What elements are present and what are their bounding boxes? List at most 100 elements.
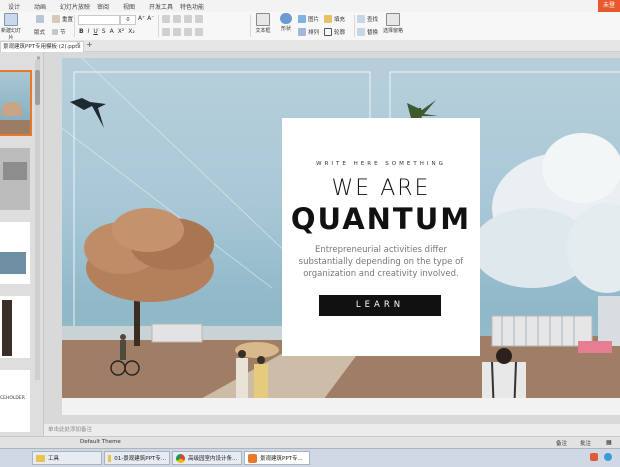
building-left bbox=[151, 323, 203, 343]
bullets-icon bbox=[162, 15, 170, 23]
align-center-icon bbox=[173, 28, 181, 36]
textbox-button[interactable]: 文本框 bbox=[252, 13, 274, 34]
thumbnail-figure bbox=[2, 300, 12, 356]
slide-thumbnail-1[interactable] bbox=[0, 70, 32, 136]
network-icon[interactable] bbox=[604, 453, 612, 461]
view-icon[interactable]: ▦ bbox=[606, 439, 612, 446]
font-grow-button[interactable]: A⁺ A⁻ bbox=[138, 15, 154, 22]
login-badge[interactable]: 未登 bbox=[598, 0, 620, 12]
find-icon bbox=[357, 15, 365, 23]
divider bbox=[354, 15, 355, 37]
tab-developer[interactable]: 开发工具 bbox=[149, 2, 173, 11]
tab-slideshow[interactable]: 幻灯片放映 bbox=[60, 2, 90, 11]
textbox-icon bbox=[256, 13, 270, 26]
slide-thumbnail-3[interactable] bbox=[0, 222, 30, 284]
folder-icon bbox=[108, 454, 112, 462]
section-menu[interactable]: 节 bbox=[52, 28, 66, 36]
new-slide-button[interactable]: 新建幻灯片 bbox=[0, 13, 22, 41]
shape-button[interactable]: 形状 bbox=[275, 13, 297, 32]
align-right-icon bbox=[184, 28, 192, 36]
superscript-button[interactable]: X² bbox=[118, 28, 125, 35]
tab-special[interactable]: 特色功能 bbox=[180, 2, 204, 11]
slide-thumbnail-2[interactable] bbox=[0, 148, 30, 210]
font-family-select[interactable] bbox=[78, 15, 120, 25]
line-spacing-icon bbox=[195, 15, 203, 23]
tab-view[interactable]: 视图 bbox=[123, 2, 135, 11]
font-color-button[interactable]: A bbox=[110, 28, 114, 35]
subscript-button[interactable]: X₂ bbox=[128, 28, 135, 35]
slide-bottom-strip bbox=[62, 398, 620, 415]
tagline-text: WRITE HERE SOMETHING bbox=[316, 161, 446, 167]
title-card: WRITE HERE SOMETHING WE ARE QUANTUM Entr… bbox=[282, 118, 480, 356]
strike-button[interactable]: S bbox=[102, 28, 106, 35]
tab-review[interactable]: 审阅 bbox=[97, 2, 109, 11]
document-tab[interactable]: 景观建筑PPT专用模板 (2).pptx bbox=[0, 41, 84, 52]
building bbox=[491, 315, 593, 347]
title-line-2: QUANTUM bbox=[290, 202, 472, 236]
layout-button[interactable] bbox=[36, 15, 44, 23]
arrange-icon bbox=[298, 28, 306, 36]
tray-icon[interactable] bbox=[590, 453, 598, 461]
align-left-icon bbox=[162, 28, 170, 36]
tab-design[interactable]: 设计 bbox=[8, 2, 20, 11]
theme-name: Default Theme bbox=[80, 439, 121, 445]
taskbar-label: 工具 bbox=[48, 456, 60, 462]
close-icon[interactable]: × bbox=[76, 41, 81, 48]
outline-icon bbox=[324, 28, 332, 36]
replace-icon bbox=[357, 28, 365, 36]
ribbon-toolbar: 新建幻灯片 重置 版式 节 0 A⁺ A⁻ B I U S A X² X₂ 文本框 形状 图… bbox=[0, 12, 620, 41]
find-button[interactable]: 查找 bbox=[357, 15, 378, 23]
fill-button[interactable]: 填充 bbox=[324, 15, 345, 23]
bird-illustration bbox=[70, 98, 106, 128]
notes-toggle[interactable]: 备注 bbox=[556, 439, 567, 447]
select-pane-icon bbox=[386, 13, 400, 26]
indent-icon bbox=[184, 15, 192, 23]
taskbar-item-tools[interactable]: 工具 bbox=[32, 451, 102, 465]
tab-animation[interactable]: 动画 bbox=[34, 2, 46, 11]
notes-pane[interactable]: 单击此处添加备注 bbox=[44, 424, 620, 436]
section-icon bbox=[52, 29, 58, 35]
wps-presentation-icon bbox=[248, 453, 257, 463]
folder-icon bbox=[36, 454, 45, 462]
taskbar: 工具 01-景观建筑PPT专... 高级园室内设计条... 景观建筑PPT专..… bbox=[0, 448, 620, 467]
picture-icon bbox=[298, 15, 306, 23]
cloud-illustration bbox=[472, 133, 620, 293]
fill-icon bbox=[324, 15, 332, 23]
divider bbox=[158, 15, 159, 37]
taskbar-item-browser[interactable]: 高级园室内设计条... bbox=[172, 451, 242, 465]
alignment-tools[interactable] bbox=[162, 28, 203, 36]
slide-thumbnail-5[interactable]: CEHOLDER bbox=[0, 370, 30, 432]
learn-button[interactable]: LEARN bbox=[319, 295, 441, 316]
arrange-button[interactable]: 排列 bbox=[298, 28, 319, 36]
section-label: 节 bbox=[60, 30, 66, 36]
find-label: 查找 bbox=[367, 17, 379, 23]
comment-toggle[interactable]: 批注 bbox=[580, 439, 591, 447]
reset-icon bbox=[52, 15, 60, 23]
font-size-select[interactable]: 0 bbox=[120, 15, 136, 25]
slide-thumbnail-4[interactable] bbox=[0, 296, 30, 358]
underline-button[interactable]: U bbox=[93, 28, 97, 35]
taskbar-item-presentation[interactable]: 景观建筑PPT专... bbox=[244, 451, 310, 465]
taskbar-label: 高级园室内设计条... bbox=[188, 456, 238, 462]
thumbnail-scrollbar[interactable] bbox=[35, 60, 40, 380]
scrollbar-thumb[interactable] bbox=[35, 70, 40, 105]
outline-label: 轮廓 bbox=[334, 30, 346, 36]
bold-button[interactable]: B bbox=[79, 28, 84, 35]
arrange-label: 排列 bbox=[308, 30, 320, 36]
taskbar-item-folder[interactable]: 01-景观建筑PPT专... bbox=[104, 451, 170, 465]
outline-button[interactable]: 轮廓 bbox=[324, 28, 345, 36]
reset-button[interactable]: 重置 bbox=[52, 15, 73, 23]
replace-button[interactable]: 替换 bbox=[357, 28, 378, 36]
picture-button[interactable]: 图片 bbox=[298, 15, 319, 23]
taskbar-label: 01-景观建筑PPT专... bbox=[114, 456, 166, 462]
font-style-buttons[interactable]: B I U S A X² X₂ bbox=[79, 28, 135, 35]
textbox-label: 文本框 bbox=[255, 28, 271, 34]
thumbnail-text: CEHOLDER bbox=[0, 396, 25, 401]
shape-label: 形状 bbox=[280, 26, 291, 32]
paragraph-tools[interactable] bbox=[162, 15, 203, 23]
select-pane-button[interactable]: 选择窗格 bbox=[382, 13, 404, 34]
italic-button[interactable]: I bbox=[88, 28, 90, 35]
title-line-1: WE ARE bbox=[331, 176, 431, 201]
new-tab-button[interactable]: + bbox=[86, 40, 93, 49]
layout-menu[interactable]: 版式 bbox=[34, 28, 45, 36]
